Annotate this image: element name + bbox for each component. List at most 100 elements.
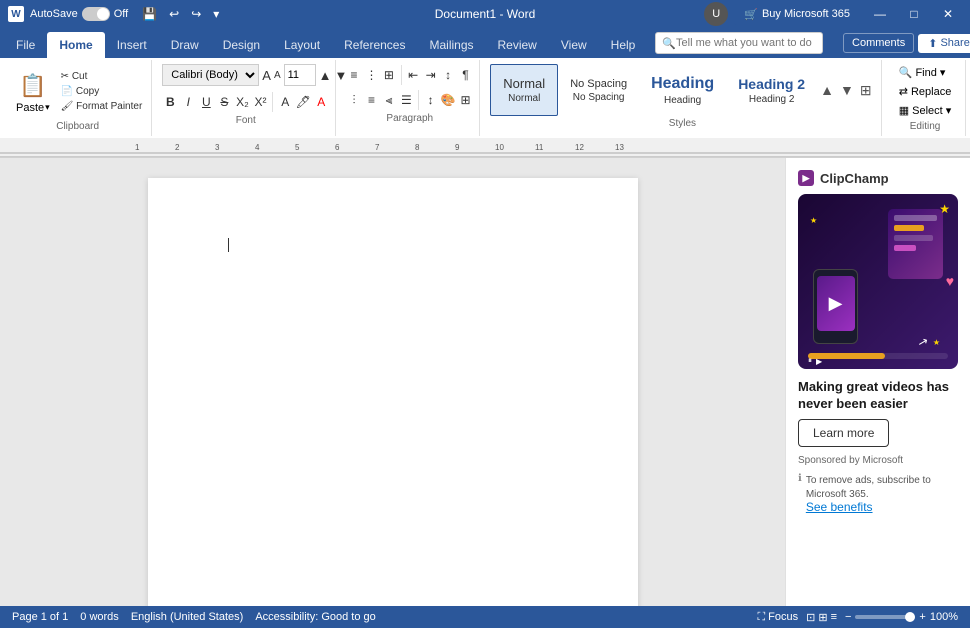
- underline-button[interactable]: U: [198, 91, 214, 113]
- customize-qa-button[interactable]: ▾: [209, 5, 223, 23]
- styles-scroll-up-button[interactable]: ▲: [817, 80, 837, 100]
- focus-button[interactable]: ⛶ Focus: [757, 611, 798, 624]
- decrease-indent-button[interactable]: ⇤: [405, 64, 420, 86]
- tab-references[interactable]: References: [332, 32, 417, 58]
- document-canvas[interactable]: [0, 158, 785, 606]
- ribbon-tabs: File Home Insert Draw Design Layout Refe…: [0, 28, 835, 58]
- right-panel: ▶ ClipChamp ▶: [785, 158, 970, 606]
- font-size-up-button[interactable]: ▲: [319, 67, 332, 83]
- tab-mailings[interactable]: Mailings: [417, 32, 485, 58]
- bold-button[interactable]: B: [162, 91, 178, 113]
- read-view-button[interactable]: ≡: [831, 611, 837, 624]
- tab-design[interactable]: Design: [211, 32, 272, 58]
- font-size-grow-button[interactable]: A: [262, 67, 271, 83]
- replace-icon: ⇄: [899, 85, 908, 98]
- superscript-button[interactable]: X²: [252, 91, 268, 113]
- numbering-button[interactable]: ⋮: [364, 64, 379, 86]
- comments-button[interactable]: Comments: [843, 33, 914, 53]
- minimize-button[interactable]: —: [866, 0, 894, 28]
- line-spacing-button[interactable]: ↕: [423, 89, 438, 111]
- align-center-button[interactable]: ≡: [364, 89, 379, 111]
- svg-text:13: 13: [615, 143, 624, 152]
- separator1: [272, 92, 273, 112]
- styles-expand-button[interactable]: ⊞: [857, 80, 875, 101]
- bullets-button[interactable]: ≡: [346, 64, 361, 86]
- font-color-button[interactable]: A: [313, 91, 329, 113]
- autosave-toggle[interactable]: [82, 7, 110, 21]
- play-icon: ▶: [829, 293, 843, 314]
- close-button[interactable]: ✕: [934, 0, 962, 28]
- font-size-input[interactable]: [284, 64, 316, 86]
- see-benefits-link[interactable]: See benefits: [806, 500, 873, 514]
- font-group: Calibri (Body) A A ▲ ▼ B I U S X₂ X² A 🖊…: [156, 60, 336, 136]
- web-view-button[interactable]: ⊞: [818, 611, 827, 624]
- tab-review[interactable]: Review: [486, 32, 549, 58]
- select-button[interactable]: ▦ Select ▾: [895, 102, 956, 119]
- italic-button[interactable]: I: [180, 91, 196, 113]
- buy-ms365-button[interactable]: 🛒 Buy Microsoft 365: [734, 4, 860, 25]
- tell-me-container[interactable]: 🔍: [655, 32, 823, 54]
- svg-text:11: 11: [535, 143, 544, 152]
- multilevel-list-button[interactable]: ⊞: [381, 64, 396, 86]
- info-icon: ℹ: [798, 473, 802, 484]
- cut-button[interactable]: ✂ Cut: [58, 70, 146, 83]
- learn-more-button[interactable]: Learn more: [798, 419, 889, 447]
- star1-icon: ★: [939, 202, 950, 216]
- strikethrough-button[interactable]: S: [216, 91, 232, 113]
- tab-insert[interactable]: Insert: [105, 32, 159, 58]
- paste-dropdown-icon[interactable]: ▾: [45, 102, 50, 113]
- sponsored-text: Sponsored by Microsoft: [798, 455, 958, 466]
- undo-button[interactable]: ↩: [165, 5, 183, 23]
- shading-button[interactable]: 🎨: [440, 89, 455, 111]
- tab-file[interactable]: File: [4, 32, 47, 58]
- align-right-button[interactable]: ⫷: [381, 89, 396, 111]
- tab-draw[interactable]: Draw: [159, 32, 211, 58]
- tab-view[interactable]: View: [549, 32, 599, 58]
- tab-home[interactable]: Home: [47, 32, 104, 58]
- style-heading2-button[interactable]: Heading 2 Heading 2: [726, 64, 817, 116]
- tell-me-input[interactable]: [676, 37, 816, 49]
- styles-scroll-down-button[interactable]: ▼: [837, 80, 857, 100]
- redo-button[interactable]: ↪: [187, 5, 205, 23]
- zoom-out-button[interactable]: −: [845, 611, 851, 623]
- copy-button[interactable]: 📄 Copy: [58, 85, 146, 98]
- text-highlight-button[interactable]: 🖊: [295, 91, 311, 113]
- star2-icon: ★: [810, 216, 817, 225]
- zoom-slider[interactable]: [855, 615, 915, 619]
- show-hide-button[interactable]: ¶: [458, 64, 473, 86]
- borders-button[interactable]: ⊞: [458, 89, 473, 111]
- zoom-in-button[interactable]: +: [919, 611, 925, 623]
- tab-help[interactable]: Help: [599, 32, 648, 58]
- increase-indent-button[interactable]: ⇥: [423, 64, 438, 86]
- clip-bar3: [894, 235, 933, 241]
- font-family-select[interactable]: Calibri (Body): [162, 64, 259, 86]
- format-painter-button[interactable]: 🖌 Format Painter: [58, 100, 146, 113]
- style-h1-label: Heading: [664, 95, 701, 106]
- restore-button[interactable]: □: [900, 0, 928, 28]
- clipboard-label: Clipboard: [56, 121, 99, 132]
- align-left-button[interactable]: ⫶: [346, 89, 361, 111]
- paste-label: Paste: [16, 102, 44, 114]
- para-row2: ⫶ ≡ ⫷ ☰ ↕ 🎨 ⊞: [346, 89, 473, 111]
- find-button[interactable]: 🔍 Find ▾: [895, 64, 956, 81]
- clip-screen-content: [888, 209, 943, 257]
- sort-button[interactable]: ↕: [440, 64, 455, 86]
- paste-button[interactable]: 📋 Paste ▾: [10, 68, 56, 116]
- style-normal-button[interactable]: Normal Normal: [490, 64, 558, 116]
- tab-layout[interactable]: Layout: [272, 32, 332, 58]
- style-nospace-button[interactable]: No Spacing No Spacing: [558, 64, 639, 116]
- svg-text:1: 1: [135, 143, 140, 152]
- user-avatar[interactable]: U: [704, 2, 728, 26]
- text-effects-button[interactable]: A: [277, 91, 293, 113]
- justify-button[interactable]: ☰: [399, 89, 414, 111]
- subscript-button[interactable]: X₂: [234, 91, 250, 113]
- clipchamp-logo: ▶: [798, 170, 814, 186]
- save-button[interactable]: 💾: [138, 5, 161, 23]
- document-page[interactable]: [148, 178, 638, 606]
- style-heading1-button[interactable]: Heading Heading: [639, 64, 726, 116]
- print-view-button[interactable]: ⊡: [806, 611, 815, 624]
- replace-button[interactable]: ⇄ Replace: [895, 83, 956, 100]
- share-button[interactable]: ⬆ Share: [918, 34, 970, 53]
- font-size-shrink-button[interactable]: A: [274, 67, 281, 83]
- autosave-knob: [97, 8, 109, 20]
